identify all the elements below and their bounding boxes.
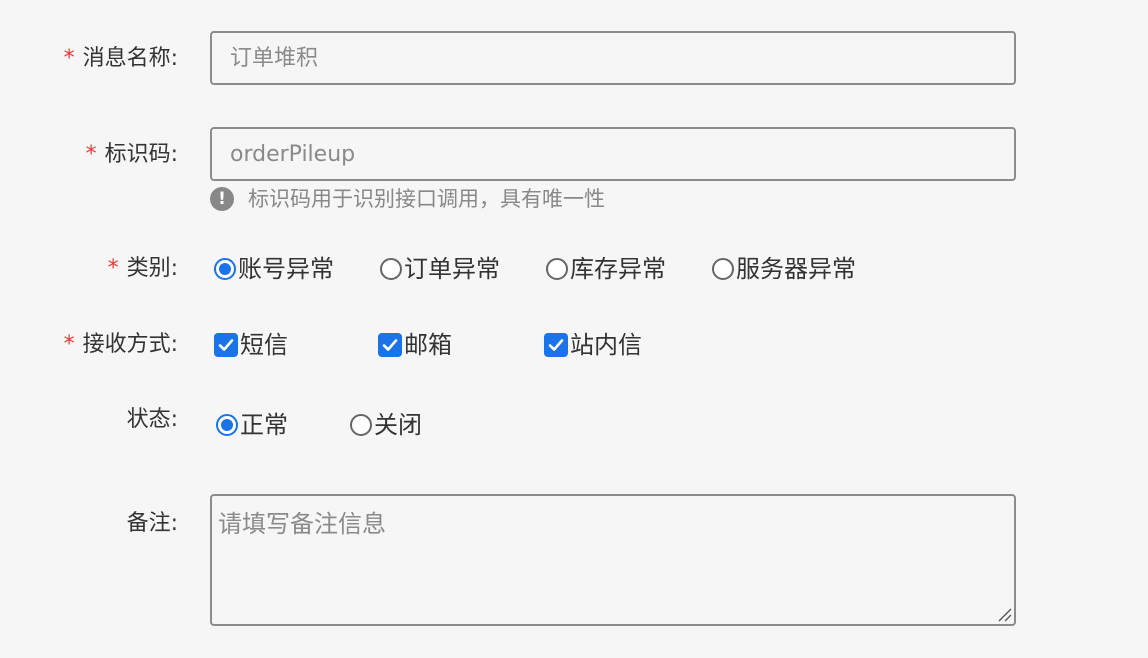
category-option-label: 账号异常 [238, 255, 334, 283]
category-option-label: 库存异常 [570, 255, 666, 283]
message-name-label-text: 消息名称: [82, 46, 178, 71]
receive-method-label-text: 接收方式: [82, 332, 178, 357]
radio-unselected-icon[interactable] [380, 258, 402, 280]
category-option-account[interactable]: 账号异常 [214, 254, 334, 284]
category-label-text: 类别: [126, 256, 178, 281]
category-option-label: 服务器异常 [736, 255, 856, 283]
receive-method-label: * 接收方式: [64, 330, 178, 360]
remark-label: 备注: [127, 509, 178, 539]
identifier-label: * 标识码: [86, 140, 178, 170]
receive-option-email[interactable]: 邮箱 [378, 330, 452, 360]
remark-textarea[interactable] [210, 494, 1016, 626]
status-option-normal[interactable]: 正常 [216, 410, 288, 440]
radio-unselected-icon[interactable] [546, 258, 568, 280]
receive-option-label: 短信 [240, 331, 288, 359]
message-form: * 消息名称: * 标识码: ! 标识码用于识别接口调用，具有唯一性 * 类别: 账号… [0, 0, 1148, 658]
message-name-input[interactable] [210, 31, 1016, 85]
status-label: 状态: [127, 405, 178, 435]
category-option-server[interactable]: 服务器异常 [712, 254, 856, 284]
radio-unselected-icon[interactable] [350, 414, 372, 436]
category-option-order[interactable]: 订单异常 [380, 254, 500, 284]
identifier-hint: ! 标识码用于识别接口调用，具有唯一性 [210, 184, 605, 214]
required-mark: * [85, 142, 97, 167]
radio-selected-icon[interactable] [214, 258, 236, 280]
category-option-label: 订单异常 [404, 255, 500, 283]
radio-selected-icon[interactable] [216, 414, 238, 436]
radio-unselected-icon[interactable] [712, 258, 734, 280]
resize-grip-icon[interactable] [996, 606, 1012, 622]
message-name-label: * 消息名称: [64, 44, 178, 74]
receive-option-label: 站内信 [570, 331, 642, 359]
checkbox-checked-icon[interactable] [544, 333, 568, 357]
checkbox-checked-icon[interactable] [214, 333, 238, 357]
status-option-label: 正常 [240, 411, 288, 439]
status-option-label: 关闭 [374, 411, 422, 439]
identifier-input[interactable] [210, 127, 1016, 181]
identifier-hint-text: 标识码用于识别接口调用，具有唯一性 [248, 187, 605, 211]
identifier-label-text: 标识码: [104, 142, 178, 167]
category-option-inventory[interactable]: 库存异常 [546, 254, 666, 284]
receive-option-in-site[interactable]: 站内信 [544, 330, 642, 360]
status-label-text: 状态: [126, 407, 178, 432]
exclamation-circle-icon: ! [210, 187, 234, 211]
receive-option-label: 邮箱 [404, 331, 452, 359]
remark-label-text: 备注: [126, 511, 178, 536]
receive-option-sms[interactable]: 短信 [214, 330, 288, 360]
required-mark: * [107, 256, 119, 281]
category-label: * 类别: [108, 254, 178, 284]
status-option-closed[interactable]: 关闭 [350, 410, 422, 440]
required-mark: * [63, 46, 75, 71]
checkbox-checked-icon[interactable] [378, 333, 402, 357]
required-mark: * [63, 332, 75, 357]
